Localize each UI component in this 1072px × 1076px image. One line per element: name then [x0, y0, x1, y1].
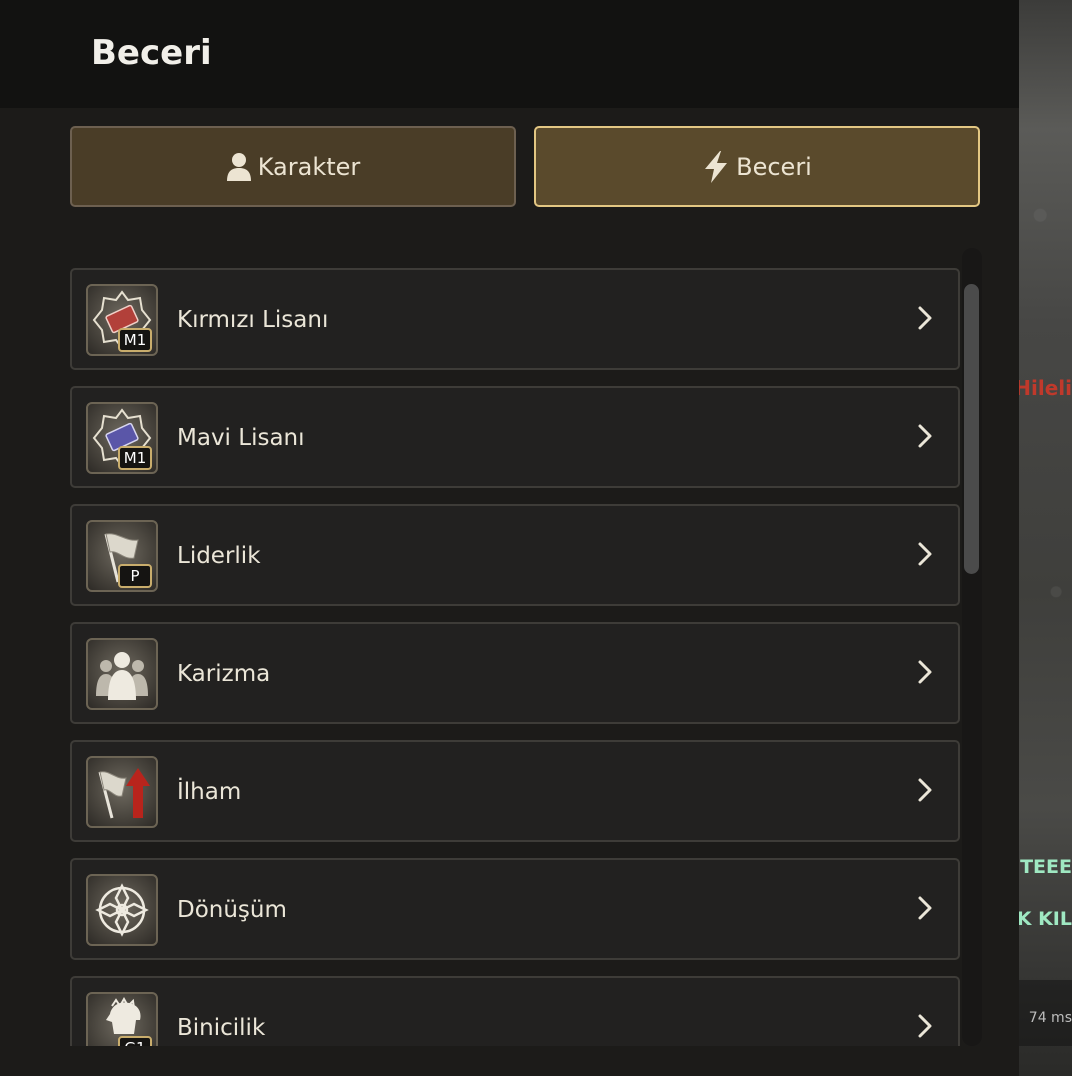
chevron-right-icon: [910, 539, 940, 569]
skill-row-binicilik[interactable]: G1 Binicilik: [70, 976, 960, 1046]
skill-badge: M1: [118, 446, 152, 470]
skill-name: Kırmızı Lisanı: [177, 307, 329, 333]
mandala-icon: [86, 874, 158, 946]
ping-readout: 74 ms: [1028, 1010, 1072, 1026]
chevron-right-icon: [910, 775, 940, 805]
tab-skill[interactable]: Beceri: [534, 126, 980, 207]
tab-skill-label: Beceri: [736, 152, 812, 181]
skill-row-kirmizi-lisani[interactable]: M1 Kırmızı Lisanı: [70, 268, 960, 370]
skill-badge: G1: [118, 1036, 152, 1046]
chevron-right-icon: [910, 421, 940, 451]
panel-header: Beceri: [0, 0, 1019, 108]
skill-name: Binicilik: [177, 1015, 266, 1041]
skill-name: Mavi Lisanı: [177, 425, 305, 451]
skill-name: Liderlik: [177, 543, 261, 569]
chevron-right-icon: [910, 1011, 940, 1041]
chevron-right-icon: [910, 893, 940, 923]
chevron-right-icon: [910, 303, 940, 333]
white-flag-icon: P: [86, 520, 158, 592]
page-title: Beceri: [91, 33, 212, 73]
skill-badge: M1: [118, 328, 152, 352]
skill-name: İlham: [177, 779, 242, 805]
tab-character-label: Karakter: [257, 152, 361, 181]
skill-row-ilham[interactable]: İlham: [70, 740, 960, 842]
user-icon: [226, 152, 252, 182]
horse-icon: G1: [86, 992, 158, 1046]
skill-name: Karizma: [177, 661, 271, 687]
skill-row-donusum[interactable]: Dönüşüm: [70, 858, 960, 960]
red-book-icon: M1: [86, 284, 158, 356]
tab-character[interactable]: Karakter: [70, 126, 516, 207]
skill-row-karizma[interactable]: Karizma: [70, 622, 960, 724]
game-player-name-text: Hileli: [1014, 376, 1072, 400]
skill-name: Dönüşüm: [177, 897, 287, 923]
skill-row-mavi-lisani[interactable]: M1 Mavi Lisanı: [70, 386, 960, 488]
game-chat-text-2: K KIL: [1016, 908, 1072, 930]
flag-up-arrow-icon: [86, 756, 158, 828]
skill-badge: P: [118, 564, 152, 588]
skill-panel: Beceri Karakter Beceri M1 Kırmızı Lisanı…: [0, 0, 1019, 1076]
blue-book-icon: M1: [86, 402, 158, 474]
skill-row-liderlik[interactable]: P Liderlik: [70, 504, 960, 606]
game-chat-text-1: TEEE: [1020, 856, 1072, 878]
skill-list: M1 Kırmızı Lisanı M1 Mavi Lisanı P Lider…: [70, 248, 982, 1046]
lightning-bolt-icon: [702, 150, 730, 184]
group-figures-icon: [86, 638, 158, 710]
chevron-right-icon: [910, 657, 940, 687]
